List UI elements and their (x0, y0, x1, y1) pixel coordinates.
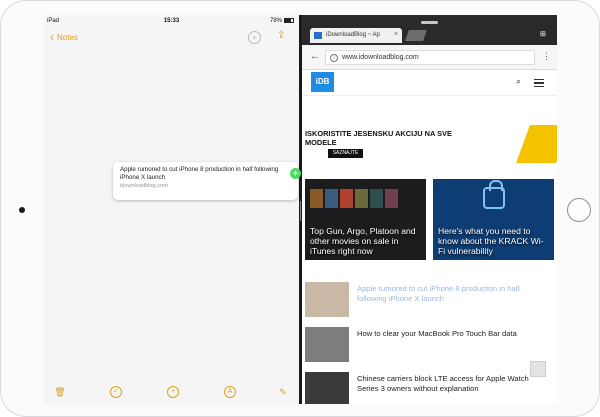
markup-pen-icon[interactable]: A (224, 386, 236, 398)
browser-tab[interactable]: iDownloadBlog ~ Ap × (310, 28, 402, 43)
dragged-link-card[interactable]: Apple rumored to cut iPhone 8 production… (113, 162, 298, 200)
favicon-icon (314, 32, 322, 39)
feature-title: Top Gun, Argo, Platoon and other movies … (310, 226, 416, 256)
back-to-notes-button[interactable]: ‹ Notes (50, 30, 78, 44)
home-button[interactable] (567, 198, 591, 222)
address-bar-row: ← i www.idownloadblog.com ⋮ (302, 45, 557, 70)
article-title: Apple rumored to cut iPhone 8 production… (357, 284, 520, 303)
feature-card-krack[interactable]: Here's what you need to know about the K… (433, 179, 554, 260)
notes-app: iPad 15:33 78% ‹ Notes + ⇪ Apple rumored … (44, 15, 299, 404)
tab-strip: iDownloadBlog ~ Ap × ⊞ (302, 15, 557, 45)
site-logo[interactable]: iDB (311, 72, 334, 92)
article-title: Chinese carriers block LTE access for Ap… (357, 374, 529, 393)
scroll-to-top-button[interactable] (530, 361, 546, 377)
split-view-handle[interactable] (300, 201, 301, 221)
drop-add-badge-icon: + (290, 168, 301, 179)
close-tab-icon[interactable]: × (394, 31, 398, 38)
feature-card-movies[interactable]: Top Gun, Argo, Platoon and other movies … (305, 179, 426, 260)
ad-headline: ISKORISTITE JESENSKU AKCIJU NA SVE MODEL… (305, 129, 452, 147)
info-icon[interactable]: i (330, 54, 338, 62)
notes-toolbar: 🗑 ✓ + A ✎ (44, 383, 299, 403)
new-tab-button[interactable] (405, 30, 427, 41)
link-card-source: idownloadblog.com (120, 183, 168, 189)
battery-indicator: 78% (270, 18, 294, 24)
search-icon[interactable]: ⌕ (516, 76, 521, 87)
trash-icon[interactable]: 🗑 (54, 386, 66, 398)
list-item[interactable]: How to clear your MacBook Pro Touch Bar … (302, 324, 557, 364)
article-title: How to clear your MacBook Pro Touch Bar … (357, 329, 517, 338)
checklist-icon[interactable]: ✓ (110, 386, 122, 398)
article-thumbnail (305, 282, 349, 317)
article-thumbnail (305, 372, 349, 404)
overflow-menu-icon[interactable]: ⋮ (542, 51, 551, 62)
url-text: www.idownloadblog.com (342, 54, 419, 61)
tab-title: iDownloadBlog ~ Ap (326, 32, 380, 38)
ad-banner[interactable]: ISKORISTITE JESENSKU AKCIJU NA SVE MODEL… (302, 125, 557, 163)
list-item[interactable]: Apple rumored to cut iPhone 8 production… (302, 279, 557, 319)
add-icon[interactable]: + (167, 386, 179, 398)
front-camera (19, 207, 25, 213)
unlock-icon (483, 180, 505, 209)
tab-overview-icon[interactable]: ⊞ (540, 31, 548, 39)
battery-percent: 78% (269, 18, 282, 24)
list-item[interactable]: Chinese carriers block LTE access for Ap… (302, 369, 557, 404)
compose-icon[interactable]: ✎ (277, 386, 289, 398)
back-arrow-icon[interactable]: ← (310, 51, 320, 62)
url-field[interactable]: i www.idownloadblog.com (325, 50, 535, 65)
back-label: Notes (57, 33, 78, 42)
ipad-frame: iPad 15:33 78% ‹ Notes + ⇪ Apple rumored … (0, 0, 600, 417)
site-header: iDB ⌕ (302, 70, 557, 96)
hamburger-menu-icon[interactable] (534, 79, 544, 87)
ad-stripe (516, 125, 557, 163)
browser-app: iDownloadBlog ~ Ap × ⊞ ← i www.idownload… (302, 15, 557, 404)
share-icon[interactable]: ⇪ (277, 30, 289, 44)
clock: 15:33 (163, 18, 180, 24)
movie-posters (310, 189, 400, 209)
link-card-title: Apple rumored to cut iPhone 8 production… (120, 166, 279, 181)
screen: iPad 15:33 78% ‹ Notes + ⇪ Apple rumored … (44, 15, 557, 404)
article-thumbnail (305, 327, 349, 362)
status-bar: iPad 15:33 78% (44, 15, 299, 27)
feature-title: Here's what you need to know about the K… (438, 226, 544, 256)
app-grabber[interactable] (421, 21, 438, 24)
ad-button[interactable]: SAZNAJTE VIŠE (328, 149, 363, 163)
add-people-icon[interactable]: + (248, 31, 261, 44)
chevron-left-icon: ‹ (50, 30, 54, 44)
battery-icon (284, 18, 294, 23)
